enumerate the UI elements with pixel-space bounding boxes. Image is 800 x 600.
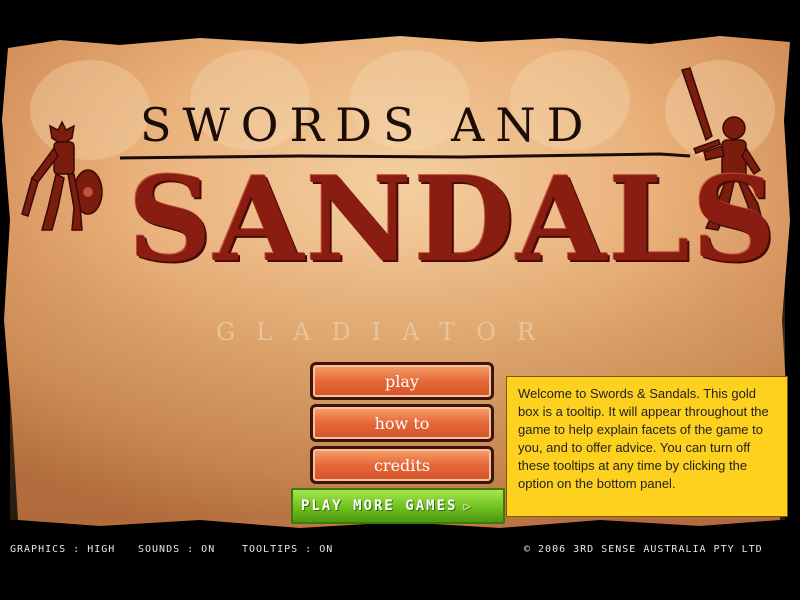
tooltips-option[interactable]: TOOLTIPS : ON <box>242 544 333 555</box>
play-more-games-button[interactable]: PLAY MORE GAMES ▷ <box>291 488 505 524</box>
graphics-option[interactable]: GRAPHICS : HIGH <box>10 544 115 555</box>
tooltip-box: Welcome to Swords & Sandals. This gold b… <box>506 376 788 517</box>
tooltip-text: Welcome to Swords & Sandals. This gold b… <box>518 386 769 491</box>
sounds-option[interactable]: SOUNDS : ON <box>138 544 215 555</box>
game-subtitle: GLADIATOR <box>216 318 556 346</box>
game-title-main: SANDALS <box>128 152 778 288</box>
game-title-top: SWORDS AND <box>140 98 595 152</box>
left-gladiator-figure <box>21 120 103 231</box>
credits-button[interactable]: credits <box>310 446 494 484</box>
how-to-button[interactable]: how to <box>310 404 494 442</box>
copyright-text: © 2006 3RD SENSE AUSTRALIA PTY LTD <box>524 544 763 555</box>
play-more-games-label: PLAY MORE GAMES <box>301 498 458 514</box>
bottom-options-panel: GRAPHICS : HIGH SOUNDS : ON TOOLTIPS : O… <box>0 540 800 566</box>
play-button[interactable]: play <box>310 362 494 400</box>
play-arrow-icon: ▷ <box>463 499 473 513</box>
